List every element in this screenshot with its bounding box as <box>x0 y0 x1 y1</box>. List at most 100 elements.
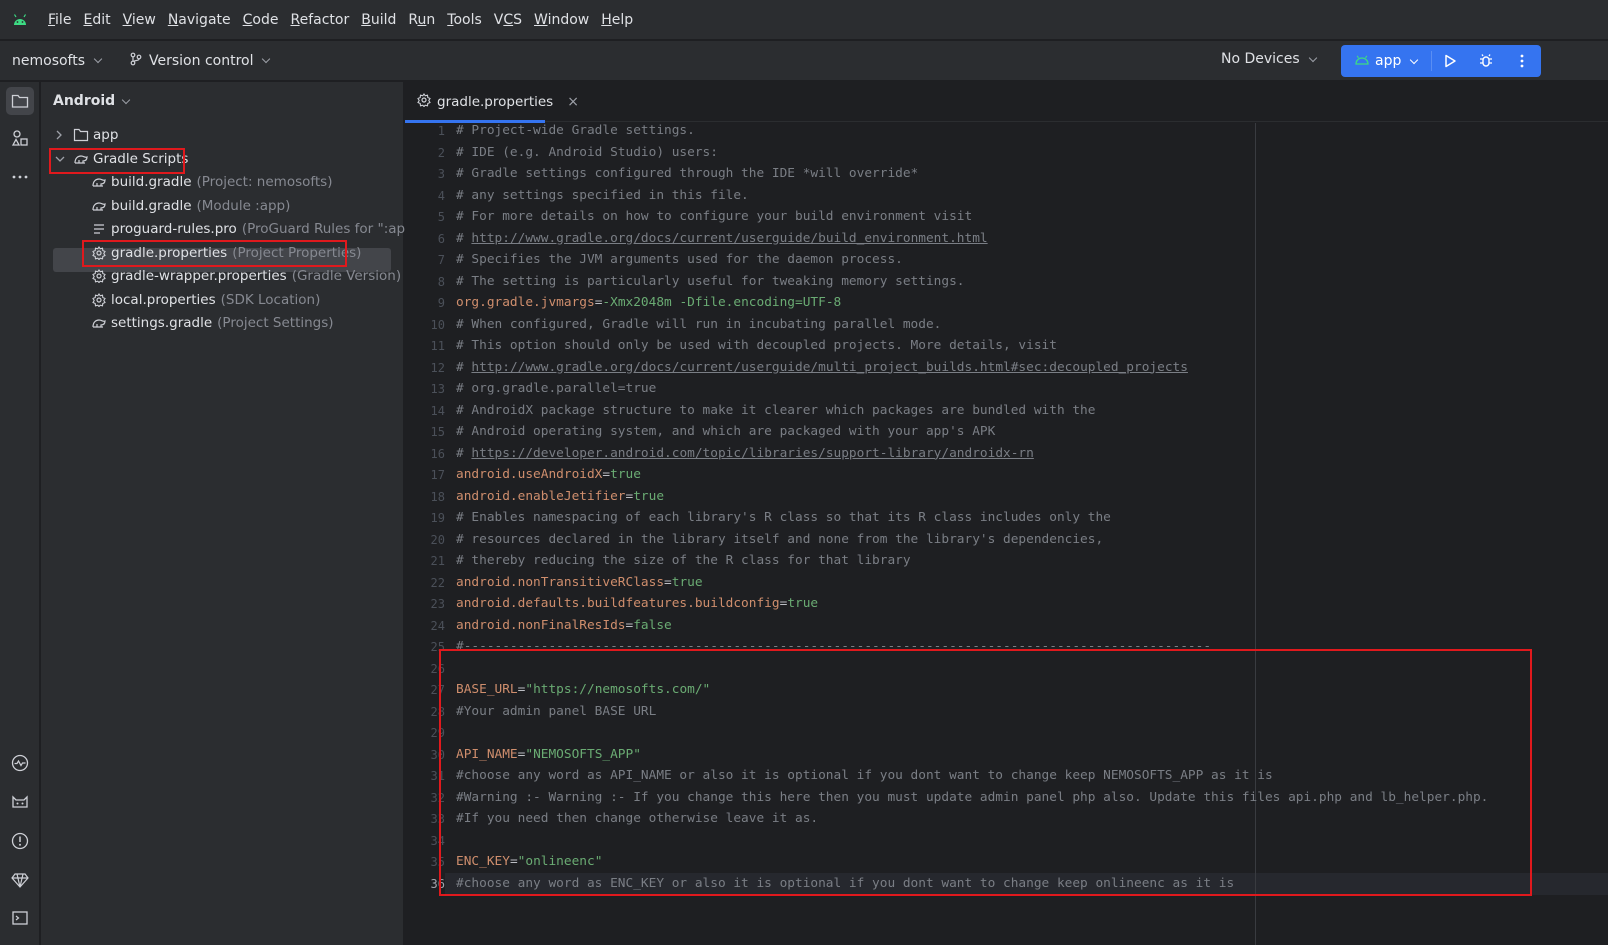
line-number: 23 <box>430 597 445 611</box>
tree-item-app[interactable]: app <box>55 123 118 147</box>
code-line: android.nonFinalResIds=false <box>456 617 672 633</box>
line-number: 21 <box>430 554 445 568</box>
code-line: # Gradle settings configured through the… <box>456 163 918 185</box>
comment-text: # Gradle settings configured through the… <box>456 166 919 181</box>
code-editor[interactable]: 1 2 3 4 5 6 7 8 9 10 11 12 13 14 15 16 17 18 19 20 21 22 23 24 2… <box>405 123 1608 945</box>
property-key: android.enableJetifier <box>456 488 626 504</box>
menu-file[interactable]: File <box>42 12 77 28</box>
gemini-button[interactable] <box>6 866 34 894</box>
chevron-down-icon <box>1410 55 1419 64</box>
tree-item-hint: (Gradle Version) <box>291 268 402 284</box>
chevron-down-icon <box>262 54 271 64</box>
property-value: true <box>787 596 819 611</box>
device-selector[interactable]: No Devices <box>1221 51 1320 67</box>
project-view-label: Android <box>53 93 116 109</box>
bug-icon <box>1480 54 1492 67</box>
comment-link[interactable]: http://www.gradle.org/docs/current/userg… <box>471 231 987 246</box>
logcat-button[interactable] <box>6 788 34 816</box>
comment-text: # thereby reducing the size of the R cla… <box>456 553 911 568</box>
tree-item-label: build.gradle <box>111 174 192 190</box>
line-number: 19 <box>430 511 445 525</box>
terminal-button[interactable] <box>6 904 34 932</box>
tree-item-gradle-wrapper-properties[interactable]: gradle-wrapper.properties (Gradle Version… <box>91 264 401 288</box>
menu-refactor[interactable]: Refactor <box>284 12 355 28</box>
chevron-right-icon[interactable] <box>55 130 67 140</box>
warning-circle-icon <box>11 832 29 850</box>
app-quality-insights-button[interactable] <box>6 749 34 777</box>
device-selector-label: No Devices <box>1221 51 1300 67</box>
project-selector[interactable]: nemosofts <box>12 53 105 69</box>
comment-link[interactable]: https://developer.android.com/topic/libr… <box>471 446 1033 461</box>
tree-item-label: settings.gradle <box>111 315 213 331</box>
menu-edit[interactable]: Edit <box>77 12 116 28</box>
code-line: # IDE (e.g. Android Studio) users: <box>456 142 718 164</box>
version-control-selector[interactable]: Version control <box>129 52 273 70</box>
tree-item-label: app <box>93 127 119 143</box>
line-number: 4 <box>437 188 445 203</box>
chevron-down-icon <box>121 95 131 104</box>
menu-run[interactable]: Run <box>402 12 441 28</box>
property-key: android.defaults.buildfeatures.buildconf… <box>456 596 780 611</box>
cat-icon <box>12 795 28 808</box>
problems-button[interactable] <box>6 827 34 855</box>
text-file-icon <box>91 221 107 237</box>
more-vertical-icon <box>1520 54 1524 68</box>
menu-build[interactable]: Build <box>355 12 402 28</box>
run-icon <box>1445 54 1456 68</box>
tree-item-proguard-rules-pro[interactable]: proguard-rules.pro (ProGuard Rules for ":… <box>91 217 425 241</box>
line-number: 10 <box>430 317 445 332</box>
line-number: 2 <box>437 145 445 160</box>
project-tool-window: Android app Gradle Scripts build.gradle (Pr… <box>41 82 425 945</box>
line-number: 20 <box>430 532 445 547</box>
code-line: # org.gradle.parallel=true <box>456 378 656 400</box>
line-number: 12 <box>430 360 445 375</box>
resource-manager-button[interactable] <box>6 124 34 152</box>
comment-text: # Project-wide Gradle settings. <box>456 123 695 138</box>
folder-icon <box>11 94 29 108</box>
run-configuration-selector[interactable]: app <box>1341 51 1432 71</box>
terminal-icon <box>12 911 28 925</box>
line-number: 1 <box>437 124 445 138</box>
line-number: 9 <box>437 296 445 310</box>
comment-link[interactable]: http://www.gradle.org/docs/current/userg… <box>471 360 1188 375</box>
highlight-box-gradle-scripts <box>49 148 185 174</box>
project-tool-button[interactable] <box>6 87 34 115</box>
menu-view[interactable]: View <box>117 12 162 28</box>
run-button[interactable] <box>1432 45 1468 77</box>
debug-button[interactable] <box>1468 45 1504 77</box>
code-line: # Enables namespacing of each library's … <box>456 507 1111 529</box>
comment-prefix: # <box>456 445 472 461</box>
menu-window[interactable]: Window <box>528 12 595 28</box>
tree-item-build-gradle[interactable]: build.gradle (Module :app) <box>91 194 290 218</box>
more-tool-windows-button[interactable] <box>6 163 34 191</box>
android-studio-logo-icon[interactable] <box>0 0 40 40</box>
tree-item-local-properties[interactable]: local.properties (SDK Location) <box>91 288 320 312</box>
code-line: # https://developer.android.com/topic/li… <box>456 443 1034 465</box>
code-line: android.enableJetifier=true <box>456 488 665 504</box>
tree-item-settings-gradle[interactable]: settings.gradle (Project Settings) <box>91 311 334 335</box>
tab-gradle-properties[interactable]: gradle.properties × <box>405 82 579 123</box>
more-actions-button[interactable] <box>1504 45 1540 77</box>
menu-help[interactable]: Help <box>595 12 639 28</box>
property-value: true <box>671 574 703 590</box>
gradle-icon <box>91 198 107 214</box>
close-icon[interactable]: × <box>567 94 579 110</box>
menu-code[interactable]: Code <box>237 12 285 28</box>
project-view-selector[interactable]: Android <box>53 93 133 109</box>
line-number: 13 <box>430 382 445 396</box>
comment-prefix: # <box>456 230 472 246</box>
code-line: # The setting is particularly useful for… <box>456 271 965 293</box>
line-number: 5 <box>437 210 445 224</box>
line-number: 15 <box>430 425 445 439</box>
comment-text: # any settings specified in this file. <box>456 187 749 203</box>
comment-text: # For more details on how to configure y… <box>456 209 973 224</box>
main-toolbar: nemosofts Version control No Devices app <box>0 41 1608 81</box>
line-number: 7 <box>437 253 445 267</box>
menu-vcs[interactable]: VCS <box>488 12 528 28</box>
code-line: android.useAndroidX=true <box>456 467 641 482</box>
menu-navigate[interactable]: Navigate <box>162 12 237 28</box>
line-number: 22 <box>430 575 445 590</box>
comment-prefix: # <box>456 359 472 375</box>
menu-tools[interactable]: Tools <box>441 12 488 28</box>
shapes-icon <box>11 130 28 146</box>
